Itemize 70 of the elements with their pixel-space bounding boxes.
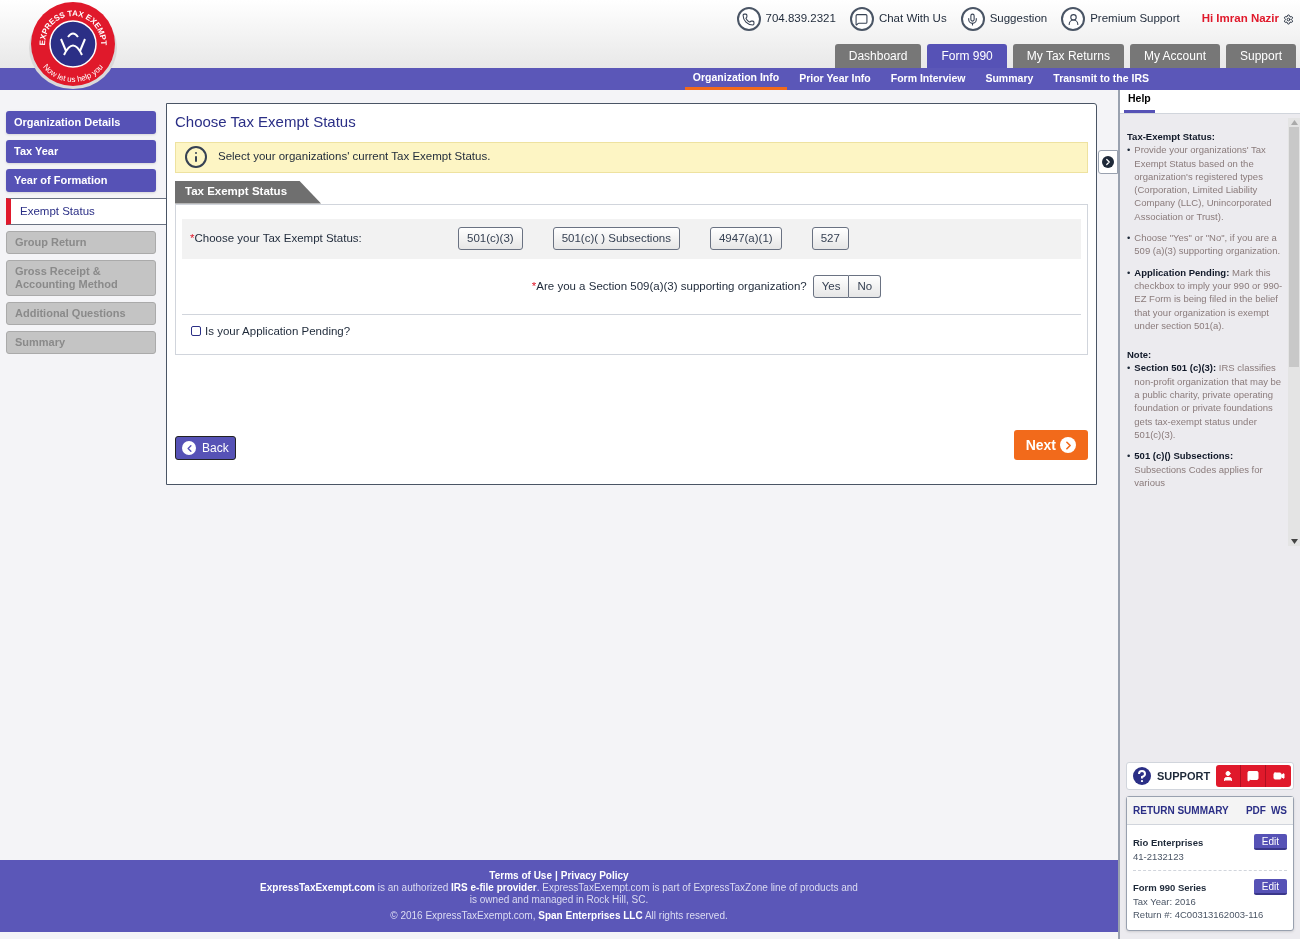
- option-button[interactable]: Yes: [812, 274, 850, 298]
- footer-link[interactable]: Terms of Use: [489, 870, 552, 882]
- user-greeting: Hi Imran Nazir: [1201, 11, 1279, 27]
- support-label: SUPPORT: [1157, 768, 1211, 784]
- help-tab[interactable]: Help: [1124, 91, 1155, 113]
- summary-link[interactable]: PDF: [1245, 803, 1266, 818]
- nav-tab[interactable]: Dashboard: [834, 44, 922, 68]
- entry-detail: Tax Year: 2016: [1133, 895, 1197, 908]
- nav-tab[interactable]: Form 990: [927, 44, 1007, 68]
- help-heading: Tax-Exempt Status:: [1127, 130, 1216, 144]
- help-text: Provide your organizations' Tax Exempt Status based on the organization's registered types (Corporation, Limited Liability Company (LLC), Unincorporated Association or Trust).: [1134, 143, 1273, 224]
- header-link[interactable]: 704.839.2321: [765, 10, 836, 28]
- sidebar-item[interactable]: Tax Year: [6, 140, 156, 163]
- checkbox-label: Is your Application Pending?: [205, 323, 351, 339]
- sidebar-item[interactable]: Year of Formation: [6, 169, 156, 192]
- help-text: Section 501 (c)(3): IRS classifies non-profit organization that may be a public charity, private operating foundation or private foundations gets tax-exempt status under 501(c)(3).: [1134, 361, 1283, 442]
- option-button[interactable]: 4947(a)(1): [709, 226, 782, 251]
- panel-title: Choose Tax Exempt Status: [175, 112, 357, 132]
- nav-tab[interactable]: Support: [1225, 44, 1296, 68]
- entry-name: Form 990 Series: [1133, 880, 1207, 894]
- edit-button[interactable]: Edit: [1253, 834, 1287, 850]
- sidebar-item[interactable]: Exempt Status: [6, 198, 166, 226]
- nav-tab[interactable]: My Account: [1129, 44, 1220, 68]
- person-icon: [1061, 7, 1086, 31]
- option-button[interactable]: 501(c)(3): [458, 226, 523, 251]
- settings-icon[interactable]: [1283, 13, 1294, 25]
- scrollbar[interactable]: [1288, 118, 1300, 546]
- back-button[interactable]: Back: [175, 436, 236, 460]
- subnav-tab[interactable]: Organization Info: [684, 68, 788, 90]
- subnav-tab[interactable]: Summary: [977, 68, 1042, 90]
- nav-tab[interactable]: My Tax Returns: [1012, 44, 1124, 68]
- scroll-down-icon[interactable]: [1290, 539, 1298, 544]
- checkbox[interactable]: [191, 326, 201, 337]
- header-link[interactable]: Suggestion: [989, 10, 1048, 28]
- help-text: Application Pending: Mark this checkbox to imply your 990 or 990-EZ Form is being filed in the belief that your organization is exempt under section 501(a).: [1134, 265, 1284, 333]
- help-text: 501 (c)() Subsections: Subsections Codes applies for various: [1134, 449, 1264, 490]
- bullet: •: [1127, 361, 1131, 376]
- sidebar-item[interactable]: Organization Details: [6, 111, 156, 134]
- help-icon: [1133, 767, 1151, 785]
- microphone-icon: [960, 7, 985, 31]
- bullet: •: [1127, 231, 1131, 246]
- option-button[interactable]: 501(c)( ) Subsections: [552, 226, 680, 251]
- card-title: RETURN SUMMARY: [1133, 804, 1229, 818]
- edit-button[interactable]: Edit: [1253, 879, 1287, 895]
- info-icon: [184, 145, 208, 169]
- copyright-text: © 2016 ExpressTaxExempt.com, Span Enterprises LLC All rights reserved.: [390, 910, 728, 922]
- subnav-tab[interactable]: Transmit to the IRS: [1045, 68, 1157, 90]
- entry-name: Rio Enterprises: [1133, 835, 1204, 849]
- subnav-tab[interactable]: Form Interview: [882, 68, 974, 90]
- bullet: •: [1127, 449, 1131, 464]
- option-button[interactable]: 527: [811, 226, 849, 251]
- header-link[interactable]: Premium Support: [1090, 10, 1180, 28]
- summary-link[interactable]: WS: [1270, 803, 1287, 818]
- entry-detail: 41-2132123: [1133, 850, 1185, 863]
- separator: |: [555, 870, 558, 882]
- bullet: •: [1127, 265, 1131, 280]
- phone-icon: [736, 7, 761, 31]
- entry-detail: Return #: 4C00313162003-116: [1133, 908, 1265, 921]
- footer-text: ExpressTaxExempt.com is an authorized IRS e-file provider. ExpressTaxExempt.com is part of ExpressTaxZone line of products and is owned and managed in Rock Hill, SC.: [260, 882, 858, 906]
- field-label: *Are you a Section 509(a)(3) supporting organization?: [531, 278, 807, 294]
- option-button[interactable]: No: [849, 274, 882, 298]
- help-text: Choose "Yes" or "No", if you are a 509 (a)(3) supporting organization.: [1134, 231, 1282, 258]
- info-text: Select your organizations' current Tax Exempt Status.: [218, 149, 491, 165]
- footer-link[interactable]: Privacy Policy: [560, 870, 629, 882]
- help-heading: Note:: [1127, 348, 1153, 362]
- bullet: •: [1127, 143, 1131, 158]
- header-link[interactable]: Chat With Us: [878, 10, 947, 28]
- field-label: *Choose your Tax Exempt Status:: [190, 230, 363, 246]
- chat-bubble-icon: [849, 7, 874, 31]
- subnav-tab[interactable]: Prior Year Info: [791, 68, 879, 90]
